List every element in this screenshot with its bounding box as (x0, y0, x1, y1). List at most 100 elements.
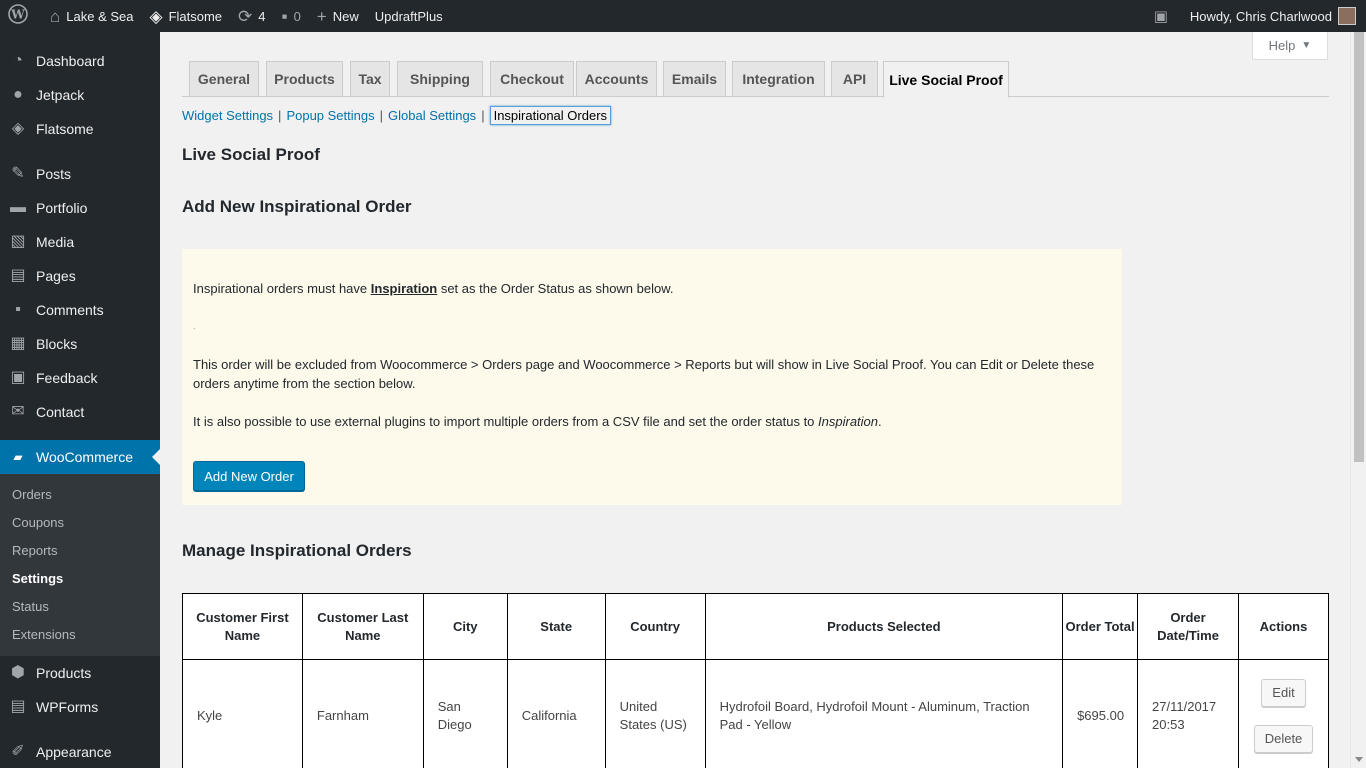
notice-text: set as the Order Status as shown below. (437, 281, 674, 296)
sidebar-item-portfolio[interactable]: ▬ Portfolio (0, 191, 160, 225)
tab-accounts[interactable]: Accounts (576, 61, 657, 97)
submenu-item-coupons[interactable]: Coupons (0, 508, 160, 536)
notice-text: . (878, 414, 882, 429)
inspiration-emphasis: Inspiration (818, 414, 879, 429)
sidebar-item-label: Jetpack (36, 87, 85, 103)
archive-icon: ⬢ (11, 664, 25, 681)
site-name-link[interactable]: ⌂ Lake & Sea (42, 0, 142, 32)
sidebar-item-contact[interactable]: ✉ Contact (0, 395, 160, 429)
sidebar-item-label: Posts (36, 166, 72, 182)
comments-link[interactable]: ▪ 0 (274, 0, 309, 32)
pages-icon: ▤ (10, 267, 26, 284)
pushpin-icon: ✎ (11, 165, 25, 182)
subtab-inspirational-orders[interactable]: Inspirational Orders (489, 105, 612, 125)
add-new-order-button[interactable]: Add New Order (193, 461, 305, 491)
notifications-button[interactable]: ▣ (1146, 0, 1182, 32)
comments-count: 0 (293, 8, 301, 24)
sidebar-item-pages[interactable]: ▤ Pages (0, 259, 160, 293)
submenu-item-settings[interactable]: Settings (0, 564, 160, 592)
sidebar-item-blocks[interactable]: ▦ Blocks (0, 327, 160, 361)
notice-paragraph-3: It is also possible to use external plug… (193, 412, 1103, 431)
sidebar-item-label: Portfolio (36, 200, 88, 216)
tab-tax[interactable]: Tax (350, 61, 390, 97)
sidebar-item-dashboard[interactable]: ◔ Dashboard (0, 44, 160, 78)
notice-text: It is also possible to use external plug… (193, 414, 819, 429)
col-country: Country (604, 593, 706, 660)
envelope-icon: ✉ (11, 403, 25, 420)
delete-button[interactable]: Delete (1253, 724, 1314, 753)
new-content-link[interactable]: + New (309, 0, 367, 32)
sidebar-item-label: Products (36, 665, 92, 681)
sidebar-item-products[interactable]: ⬢ Products (0, 656, 160, 690)
submenu-item-status[interactable]: Status (0, 592, 160, 620)
sidebar-item-feedback[interactable]: ▣ Feedback (0, 361, 160, 395)
submenu-item-extensions[interactable]: Extensions (0, 620, 160, 648)
notification-icon: ▣ (1153, 7, 1168, 25)
scrollbar-thumb[interactable] (1354, 32, 1364, 462)
theme-link[interactable]: ◈ Flatsome (142, 0, 231, 32)
help-button[interactable]: Help ▼ (1252, 32, 1328, 60)
feedback-icon: ▣ (10, 369, 26, 386)
sidebar-item-posts[interactable]: ✎ Posts (0, 157, 160, 191)
tab-integration[interactable]: Integration (732, 61, 825, 97)
updraftplus-label: UpdraftPlus (374, 8, 443, 24)
tab-shipping[interactable]: Shipping (397, 61, 483, 97)
scroll-down-arrow-icon[interactable] (1355, 757, 1363, 762)
sidebar-item-flatsome[interactable]: ◈ Flatsome (0, 112, 160, 146)
media-icon: ▧ (10, 233, 26, 250)
notice-dot: . (193, 321, 196, 331)
notice-text: Inspirational orders must have (193, 281, 371, 296)
table-header-row: Customer First Name Customer Last Name C… (182, 593, 1329, 660)
sidebar-item-label: Pages (36, 268, 76, 284)
sidebar-item-media[interactable]: ▧ Media (0, 225, 160, 259)
add-section-title: Add New Inspirational Order (182, 197, 412, 216)
my-account-link[interactable]: Howdy, Chris Charlwood (1182, 0, 1366, 32)
main-content: Help ▼ General Products Tax Shipping Che… (160, 32, 1350, 768)
sidebar-item-label: Media (36, 234, 75, 250)
caret-down-icon: ▼ (1301, 40, 1312, 51)
flatsome-icon: ◈ (11, 120, 25, 137)
separator: | (379, 107, 384, 123)
sidebar-item-jetpack[interactable]: ● Jetpack (0, 78, 160, 112)
updates-icon: ⟳ (238, 6, 253, 26)
tab-general[interactable]: General (189, 61, 259, 97)
separator: | (278, 107, 282, 123)
tab-products[interactable]: Products (266, 61, 343, 97)
submenu-item-reports[interactable]: Reports (0, 536, 160, 564)
folder-icon: ▬ (10, 199, 26, 216)
cell-first-name: Kyle (182, 659, 303, 768)
sidebar-item-label: WooCommerce (36, 449, 133, 465)
orders-table: Customer First Name Customer Last Name C… (182, 593, 1329, 768)
col-city: City (422, 593, 508, 660)
submenu-item-orders[interactable]: Orders (0, 480, 160, 508)
comment-icon: ▪ (281, 6, 288, 26)
sidebar-item-label: WPForms (36, 699, 99, 715)
sidebar-item-wpforms[interactable]: ▤ WPForms (0, 690, 160, 724)
sidebar-item-woocommerce[interactable]: ▰ WooCommerce (0, 440, 160, 474)
inspiration-link[interactable]: Inspiration (371, 281, 437, 296)
cell-total: $695.00 (1062, 659, 1139, 768)
tab-api[interactable]: API (831, 61, 878, 97)
jetpack-icon: ● (13, 86, 23, 103)
tab-checkout[interactable]: Checkout (490, 61, 574, 97)
col-products: Products Selected (704, 593, 1064, 660)
settings-tabs: General Products Tax Shipping Checkout A… (182, 61, 1329, 98)
sidebar-item-comments[interactable]: ▪ Comments (0, 293, 160, 327)
sidebar-item-appearance[interactable]: ✐ Appearance (0, 735, 160, 768)
vertical-scrollbar[interactable] (1350, 32, 1366, 768)
forms-icon: ▤ (10, 698, 26, 715)
updates-link[interactable]: ⟳ 4 (230, 0, 273, 32)
tab-emails[interactable]: Emails (663, 61, 726, 97)
tab-live-social-proof[interactable]: Live Social Proof (883, 61, 1009, 98)
updraftplus-link[interactable]: UpdraftPlus (367, 0, 451, 32)
theme-name: Flatsome (168, 8, 223, 24)
col-state: State (506, 593, 606, 660)
edit-button[interactable]: Edit (1261, 678, 1306, 707)
subtab-global-settings[interactable]: Global Settings (388, 108, 476, 123)
wordpress-logo-button[interactable]: W (0, 0, 42, 32)
cell-city: San Diego (422, 659, 508, 768)
subtab-widget-settings[interactable]: Widget Settings (182, 108, 273, 123)
paintbrush-icon: ✐ (11, 743, 25, 760)
info-notice: Inspirational orders must have Inspirati… (182, 249, 1122, 505)
subtab-popup-settings[interactable]: Popup Settings (286, 108, 374, 123)
